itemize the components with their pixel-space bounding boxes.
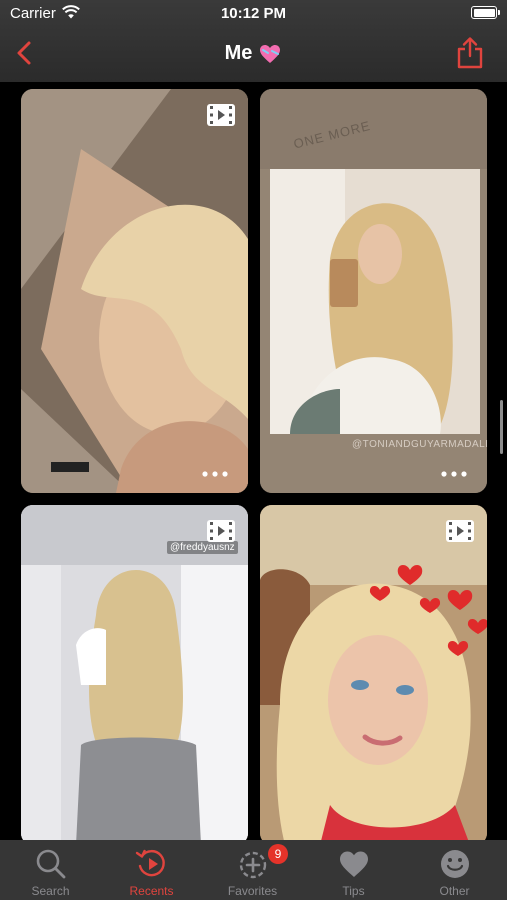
video-icon bbox=[207, 104, 235, 126]
nav-bar: Me bbox=[0, 28, 507, 82]
tab-label: Recents bbox=[129, 884, 174, 898]
tab-label: Favorites bbox=[227, 884, 278, 898]
media-grid: ONE MORE @TONIANDGUYARMADALE @freddyausn… bbox=[0, 82, 507, 840]
more-icon[interactable] bbox=[441, 471, 467, 477]
tab-label: Search bbox=[31, 884, 70, 898]
heart-icon bbox=[340, 851, 368, 877]
status-time: 10:12 PM bbox=[220, 5, 287, 22]
smiley-icon bbox=[441, 850, 469, 878]
media-thumbnail bbox=[21, 89, 248, 493]
media-thumbnail bbox=[260, 505, 487, 840]
magnifier-icon bbox=[36, 849, 66, 879]
media-thumbnail bbox=[260, 89, 487, 493]
battery-icon bbox=[471, 6, 500, 19]
favorites-add-icon bbox=[239, 851, 267, 879]
screen: Carrier 10:12 PM Me ONE MORE @TONIANDGUY… bbox=[0, 0, 507, 900]
recents-play-icon bbox=[135, 849, 165, 877]
page-title-text: Me bbox=[224, 42, 253, 64]
tab-tips[interactable]: Tips bbox=[303, 840, 404, 900]
media-card[interactable] bbox=[21, 89, 248, 493]
tab-label: Tips bbox=[342, 884, 365, 898]
top-bar: Carrier 10:12 PM Me bbox=[0, 0, 507, 82]
media-card[interactable]: @freddyausnz bbox=[21, 505, 248, 840]
media-thumbnail bbox=[21, 505, 248, 840]
scroll-indicator[interactable] bbox=[500, 400, 503, 454]
tab-bar: Search Recents 9 Favorites Tips Other bbox=[0, 840, 507, 900]
tab-favorites[interactable]: 9 Favorites bbox=[202, 840, 303, 900]
media-card[interactable]: ONE MORE @TONIANDGUYARMADALE bbox=[260, 89, 487, 493]
card-credit: @TONIANDGUYARMADALE bbox=[352, 439, 487, 450]
tab-search[interactable]: Search bbox=[0, 840, 101, 900]
page-title: Me bbox=[0, 42, 507, 65]
video-icon bbox=[446, 520, 474, 542]
video-icon bbox=[207, 520, 235, 542]
status-bar: Carrier 10:12 PM bbox=[0, 0, 507, 28]
tab-other[interactable]: Other bbox=[404, 840, 505, 900]
tab-label: Other bbox=[439, 884, 470, 898]
more-icon[interactable] bbox=[202, 471, 228, 477]
sparkling-heart-icon bbox=[260, 44, 281, 63]
tab-recents[interactable]: Recents bbox=[101, 840, 202, 900]
share-button[interactable] bbox=[455, 36, 485, 70]
favorites-badge: 9 bbox=[268, 844, 288, 864]
media-card[interactable] bbox=[260, 505, 487, 840]
